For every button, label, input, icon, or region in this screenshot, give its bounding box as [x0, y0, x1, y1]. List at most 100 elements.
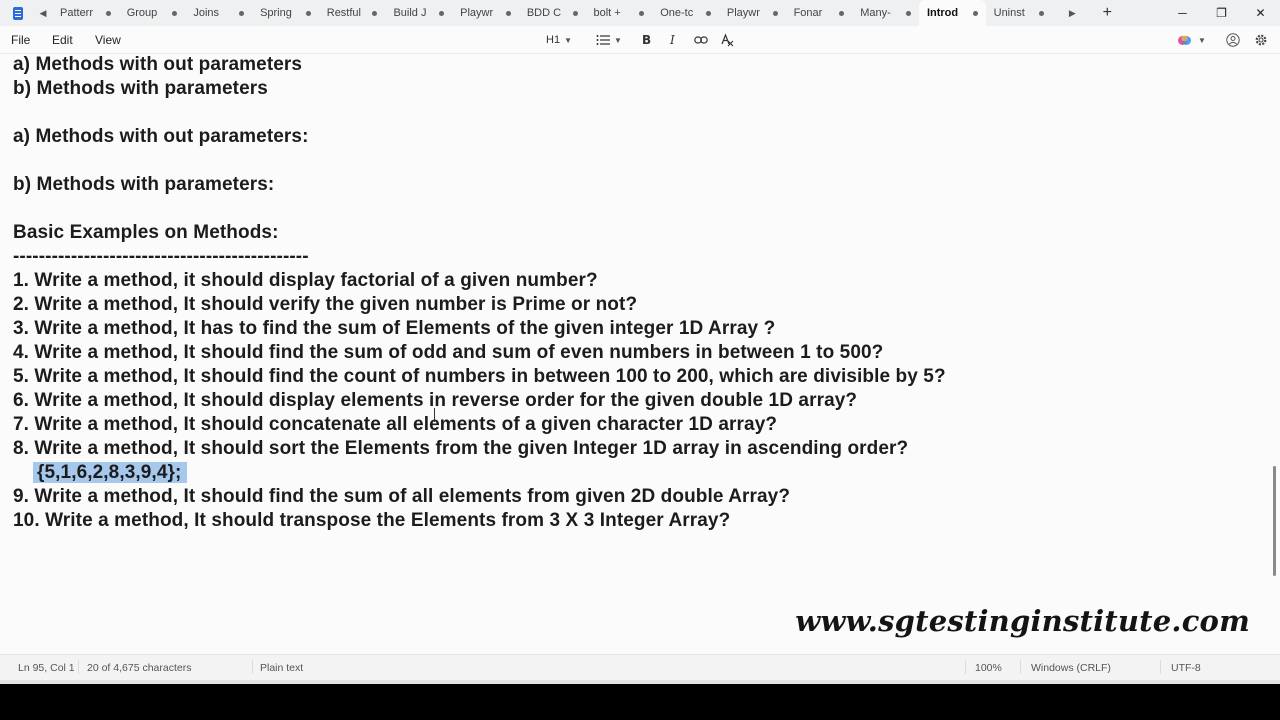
text-line: b) Methods with parameters:	[13, 173, 274, 197]
tab-label: Playwr	[460, 7, 494, 19]
text-line: 7. Write a method, It should concatenate…	[13, 413, 777, 437]
unsaved-dot-icon[interactable]	[305, 10, 311, 16]
zoom-level[interactable]: 100%	[975, 662, 1002, 674]
line-text: b) Methods with parameters:	[13, 174, 275, 195]
menu-file[interactable]: File	[11, 33, 30, 47]
tab-label: Introd	[926, 7, 959, 19]
notepad-app-icon	[0, 0, 36, 26]
text-line: 10. Write a method, It should transpose …	[13, 509, 730, 533]
tab-item[interactable]: BDD C	[519, 0, 586, 26]
tab-item[interactable]: Group	[119, 0, 186, 26]
link-button[interactable]	[694, 31, 708, 49]
tab-item[interactable]: Joins	[185, 0, 252, 26]
unsaved-dot-icon[interactable]	[972, 10, 978, 16]
unsaved-dot-icon[interactable]	[372, 10, 378, 16]
settings-button[interactable]	[1254, 32, 1268, 48]
tab-item[interactable]: bolt +	[586, 0, 653, 26]
unsaved-dot-icon[interactable]	[172, 10, 178, 16]
unsaved-dot-icon[interactable]	[705, 10, 711, 16]
clear-formatting-button[interactable]	[720, 31, 734, 49]
text-line: 1. Write a method, it should display fac…	[13, 269, 598, 293]
tab-label: Fonar	[793, 7, 823, 19]
text-line: 9. Write a method, It should find the su…	[13, 485, 790, 509]
tab-list: Patterr Group Joins Spring Restful Build J Pla…	[52, 0, 1052, 26]
account-button[interactable]	[1226, 32, 1240, 48]
line-text: 9. Write a method, It should find the su…	[13, 486, 791, 507]
text-line: ----------------------------------------…	[13, 245, 309, 269]
chevron-down-icon: ▼	[564, 35, 572, 45]
account-icon	[1226, 33, 1240, 47]
line-text: b) Methods with parameters	[13, 78, 268, 99]
line-text: 7. Write a method, It should concatenate…	[13, 414, 778, 435]
tab-item[interactable]: Restful	[319, 0, 386, 26]
tab-label: One-tc	[660, 7, 694, 19]
unsaved-dot-icon[interactable]	[1039, 10, 1045, 16]
tab-item[interactable]: Playwr	[719, 0, 786, 26]
line-text: a) Methods with out parameters	[13, 54, 303, 75]
tab-scroll-right-icon[interactable]: ▶	[1052, 8, 1092, 19]
text-line: 8. Write a method, It should sort the El…	[13, 437, 908, 461]
unsaved-dot-icon[interactable]	[239, 10, 245, 16]
tab-label: BDD C	[526, 7, 562, 19]
tab-bar: ◀ Patterr Group Joins Spring Restful Build JP…	[0, 0, 1280, 26]
watermark: www.sgtestinginstitute.com	[795, 604, 1250, 638]
line-text: 2. Write a method, It should verify the …	[13, 294, 638, 315]
unsaved-dot-icon[interactable]	[905, 10, 911, 16]
menu-edit[interactable]: Edit	[52, 33, 73, 47]
file-format[interactable]: Plain text	[260, 662, 303, 674]
taskbar-edge	[0, 680, 1280, 684]
close-button[interactable]: ✕	[1241, 0, 1280, 26]
encoding[interactable]: UTF-8	[1171, 662, 1201, 674]
vertical-scrollbar[interactable]	[1273, 466, 1276, 576]
unsaved-dot-icon[interactable]	[639, 10, 645, 16]
text-line: 5. Write a method, It should find the co…	[13, 365, 946, 389]
text-line: 6. Write a method, It should display ele…	[13, 389, 857, 413]
tab-label: bolt +	[593, 7, 621, 19]
unsaved-dot-icon[interactable]	[105, 10, 111, 16]
new-tab-button[interactable]: +	[1092, 4, 1122, 22]
link-icon	[694, 36, 708, 44]
unsaved-dot-icon[interactable]	[839, 10, 845, 16]
tab-item[interactable]: Introd	[918, 0, 986, 26]
unsaved-dot-icon[interactable]	[505, 10, 511, 16]
status-divider	[1020, 660, 1021, 674]
tab-item[interactable]: Many-	[852, 0, 919, 26]
tab-label: Joins	[193, 7, 220, 19]
text-line: 3. Write a method, It has to find the su…	[13, 317, 775, 341]
tab-item[interactable]: Build J	[385, 0, 452, 26]
line-text: 10. Write a method, It should transpose …	[13, 510, 731, 531]
tab-item[interactable]: One-tc	[652, 0, 719, 26]
text-editor[interactable]: a) Methods with out parameters b) Methods…	[0, 54, 1280, 654]
status-divider	[252, 660, 253, 674]
menu-bar: File Edit View H1 ▼ ▼ B I ▼	[0, 26, 1280, 54]
tab-label: Build J	[393, 7, 427, 19]
tab-item[interactable]: Spring	[252, 0, 319, 26]
menu-view[interactable]: View	[95, 33, 121, 47]
tab-item[interactable]: Patterr	[52, 0, 119, 26]
unsaved-dot-icon[interactable]	[439, 10, 445, 16]
line-ending[interactable]: Windows (CRLF)	[1031, 662, 1111, 674]
line-text: 5. Write a method, It should find the co…	[13, 366, 946, 387]
tab-label: Patterr	[60, 7, 94, 19]
tab-item[interactable]: Fonar	[786, 0, 853, 26]
window-controls: ─ ❐ ✕	[1163, 0, 1280, 26]
minimize-button[interactable]: ─	[1163, 0, 1202, 26]
unsaved-dot-icon[interactable]	[572, 10, 578, 16]
unsaved-dot-icon[interactable]	[772, 10, 778, 16]
list-dropdown[interactable]: ▼	[596, 31, 622, 49]
tab-item[interactable]: Uninst	[986, 0, 1053, 26]
italic-button[interactable]: I	[670, 31, 675, 49]
copilot-button[interactable]: ▼	[1177, 32, 1206, 48]
tab-scroll-left-icon[interactable]: ◀	[36, 8, 50, 19]
line-text: 4. Write a method, It should find the su…	[13, 342, 884, 363]
tab-label: Restful	[326, 7, 361, 19]
chevron-down-icon: ▼	[614, 35, 622, 45]
status-bar: Ln 95, Col 1 20 of 4,675 characters Plai…	[0, 654, 1280, 680]
tab-item[interactable]: Playwr	[452, 0, 519, 26]
restore-button[interactable]: ❐	[1202, 0, 1241, 26]
heading-dropdown[interactable]: H1 ▼	[546, 31, 572, 49]
status-divider	[78, 660, 79, 674]
line-text: a) Methods with out parameters:	[13, 126, 309, 147]
tab-label: Playwr	[726, 7, 760, 19]
bold-button[interactable]: B	[642, 31, 651, 49]
